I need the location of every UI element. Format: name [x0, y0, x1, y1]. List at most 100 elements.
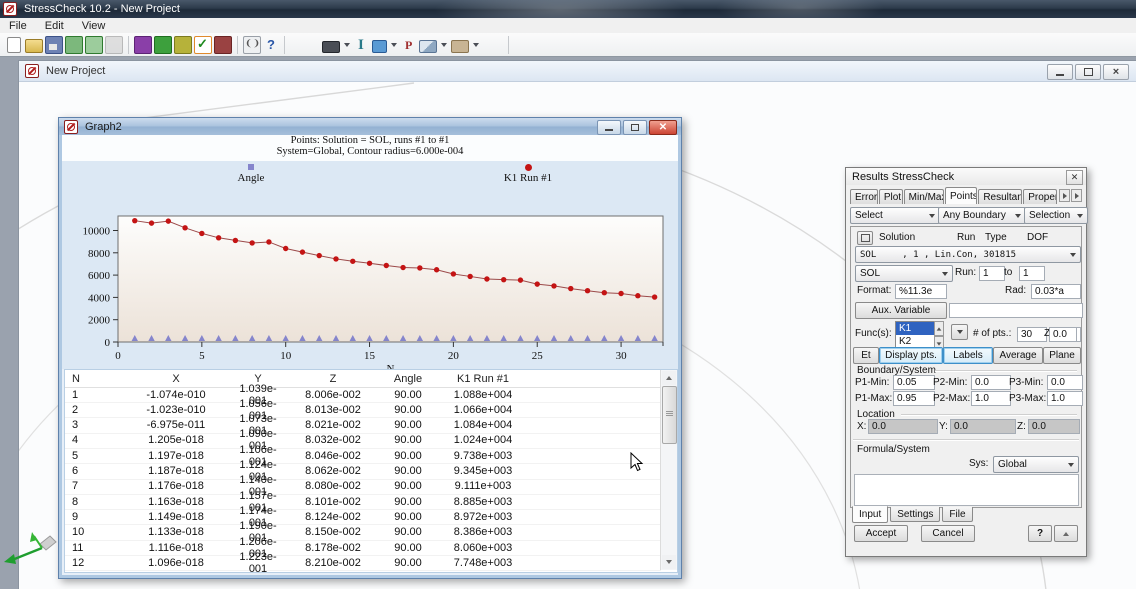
table-row[interactable]: 61.187e-0181.124e-0018.062e-00290.009.34…: [65, 464, 661, 480]
graph-minimize-button[interactable]: [597, 120, 621, 135]
export-icon[interactable]: [85, 36, 103, 54]
mesh-icon[interactable]: [154, 36, 172, 54]
boundary-combo[interactable]: Any Boundary: [938, 207, 1026, 224]
tab-points[interactable]: Points: [945, 187, 977, 204]
table-row[interactable]: 3-6.975e-0111.073e-0018.021e-00290.001.0…: [65, 418, 661, 434]
zpln-field[interactable]: 0.0: [1049, 327, 1077, 342]
function-list-spinner[interactable]: [934, 321, 944, 349]
table-row[interactable]: 71.176e-0181.140e-0018.080e-00290.009.11…: [65, 479, 661, 495]
average-button[interactable]: Average: [993, 347, 1043, 364]
sol-combo[interactable]: SOL: [855, 265, 953, 282]
p3-max-field[interactable]: 1.0: [1047, 391, 1083, 406]
bottom-tab-settings[interactable]: Settings: [890, 507, 940, 522]
loc-y-field[interactable]: 0.0: [950, 419, 1016, 434]
table-row[interactable]: 51.197e-0181.106e-0018.046e-00290.009.73…: [65, 448, 661, 464]
spin-up-button[interactable]: [934, 321, 944, 336]
minimize-button[interactable]: [1047, 64, 1073, 80]
dialog-close-button[interactable]: ✕: [1066, 170, 1083, 185]
function-option-k1[interactable]: K1: [896, 322, 934, 335]
extrude-tool-icon[interactable]: [372, 40, 387, 53]
collapse-button[interactable]: [1054, 525, 1078, 542]
labels-button[interactable]: Labels: [943, 347, 993, 364]
graph-restore-button[interactable]: [623, 120, 647, 135]
chevron-down-icon[interactable]: [391, 43, 397, 47]
menu-view[interactable]: View: [73, 18, 115, 33]
cancel-button[interactable]: Cancel: [921, 525, 975, 542]
save-icon[interactable]: [45, 36, 63, 54]
table-scrollbar[interactable]: [660, 370, 677, 570]
graph-close-button[interactable]: ✕: [649, 120, 677, 135]
rad-field[interactable]: 0.03*a: [1031, 284, 1081, 299]
table-row[interactable]: 121.096e-0181.223e-0018.210e-00290.007.7…: [65, 555, 661, 571]
tab-resultant[interactable]: Resultant: [978, 189, 1022, 204]
solver-icon[interactable]: [243, 36, 261, 54]
new-file-icon[interactable]: [7, 37, 21, 53]
formula-field[interactable]: [854, 474, 1079, 506]
loc-x-field[interactable]: 0.0: [868, 419, 938, 434]
menu-file[interactable]: File: [0, 18, 36, 33]
chevron-down-icon[interactable]: [473, 43, 479, 47]
tab-min-max[interactable]: Min/Max: [904, 189, 944, 204]
p3-min-field[interactable]: 0.0: [1047, 375, 1083, 390]
run-to-field[interactable]: 1: [1019, 266, 1045, 281]
open-folder-icon[interactable]: [25, 39, 43, 53]
points-tool-icon[interactable]: [401, 37, 417, 53]
run-from-field[interactable]: 1: [979, 266, 1005, 281]
constraint-icon[interactable]: [214, 36, 232, 54]
tab-plot[interactable]: Plot: [879, 189, 903, 204]
menu-edit[interactable]: Edit: [36, 18, 73, 33]
bottom-tab-file[interactable]: File: [942, 507, 972, 522]
load-icon[interactable]: [174, 36, 192, 54]
method-combo[interactable]: Selection: [1024, 207, 1088, 224]
restore-button[interactable]: [1075, 64, 1101, 80]
tab-error[interactable]: Error: [850, 189, 878, 204]
results-dialog-titlebar[interactable]: Results StressCheck ✕: [846, 168, 1086, 185]
p2-min-field[interactable]: 0.0: [971, 375, 1011, 390]
sys-combo[interactable]: Global: [993, 456, 1079, 473]
aux-variable-button[interactable]: Aux. Variable: [855, 302, 947, 319]
table-row[interactable]: 111.116e-0181.206e-0018.178e-00290.008.0…: [65, 540, 661, 556]
scrollbar-thumb[interactable]: [662, 386, 677, 444]
format-field[interactable]: %11.3e: [895, 284, 947, 299]
table-row[interactable]: 81.163e-0181.157e-0018.101e-00290.008.88…: [65, 494, 661, 510]
geometry-icon[interactable]: [134, 36, 152, 54]
accept-button[interactable]: Accept: [854, 525, 908, 542]
edit-active-icon[interactable]: [194, 36, 212, 54]
p1-max-field[interactable]: 0.95: [893, 391, 935, 406]
select-tool-icon[interactable]: [322, 41, 340, 53]
help-button[interactable]: ?: [1028, 525, 1052, 542]
plane-button[interactable]: Plane: [1043, 347, 1081, 364]
close-button[interactable]: ×: [1103, 64, 1129, 80]
scroll-up-button[interactable]: [662, 371, 676, 385]
scroll-down-button[interactable]: [662, 555, 676, 569]
loc-z-field[interactable]: 0.0: [1028, 419, 1080, 434]
section-tool-icon[interactable]: [419, 40, 437, 53]
table-row[interactable]: 2-1.023e-0101.056e-0018.013e-00290.001.0…: [65, 402, 661, 418]
function-dropdown-button[interactable]: [951, 324, 968, 340]
tab-proper[interactable]: Proper: [1023, 189, 1057, 204]
tab-scroll-left-button[interactable]: [1059, 189, 1070, 202]
chevron-down-icon[interactable]: [441, 43, 447, 47]
table-row[interactable]: 41.205e-0181.090e-0018.032e-00290.001.02…: [65, 433, 661, 449]
table-row[interactable]: 1-1.074e-0101.039e-0018.006e-00290.001.0…: [65, 387, 661, 403]
table-row[interactable]: 91.149e-0181.174e-0018.124e-00290.008.97…: [65, 509, 661, 525]
num-pts-field[interactable]: 30: [1017, 327, 1047, 342]
graph-titlebar[interactable]: Graph2 ✕: [59, 118, 681, 135]
p1-min-field[interactable]: 0.05: [893, 375, 935, 390]
ibeam-tool-icon[interactable]: [354, 37, 370, 53]
table-row[interactable]: 101.133e-0181.190e-0018.150e-00290.008.3…: [65, 525, 661, 541]
display-pts--button[interactable]: Display pts.: [879, 347, 943, 364]
import-icon[interactable]: [65, 36, 83, 54]
solution-grid-button[interactable]: [857, 231, 873, 245]
et-button[interactable]: Et: [853, 347, 879, 364]
select-combo[interactable]: Select: [850, 207, 940, 224]
help-icon[interactable]: [263, 37, 279, 53]
print-icon[interactable]: [105, 36, 123, 54]
aux-variable-field[interactable]: [949, 303, 1083, 318]
bottom-tab-input[interactable]: Input: [852, 506, 888, 523]
chevron-down-icon[interactable]: [344, 43, 350, 47]
snapshot-tool-icon[interactable]: [451, 40, 469, 53]
solution-row-combo[interactable]: SOL, 1 , Lin.Con, 301815: [855, 246, 1081, 263]
tab-scroll-right-button[interactable]: [1071, 189, 1082, 202]
p2-max-field[interactable]: 1.0: [971, 391, 1011, 406]
